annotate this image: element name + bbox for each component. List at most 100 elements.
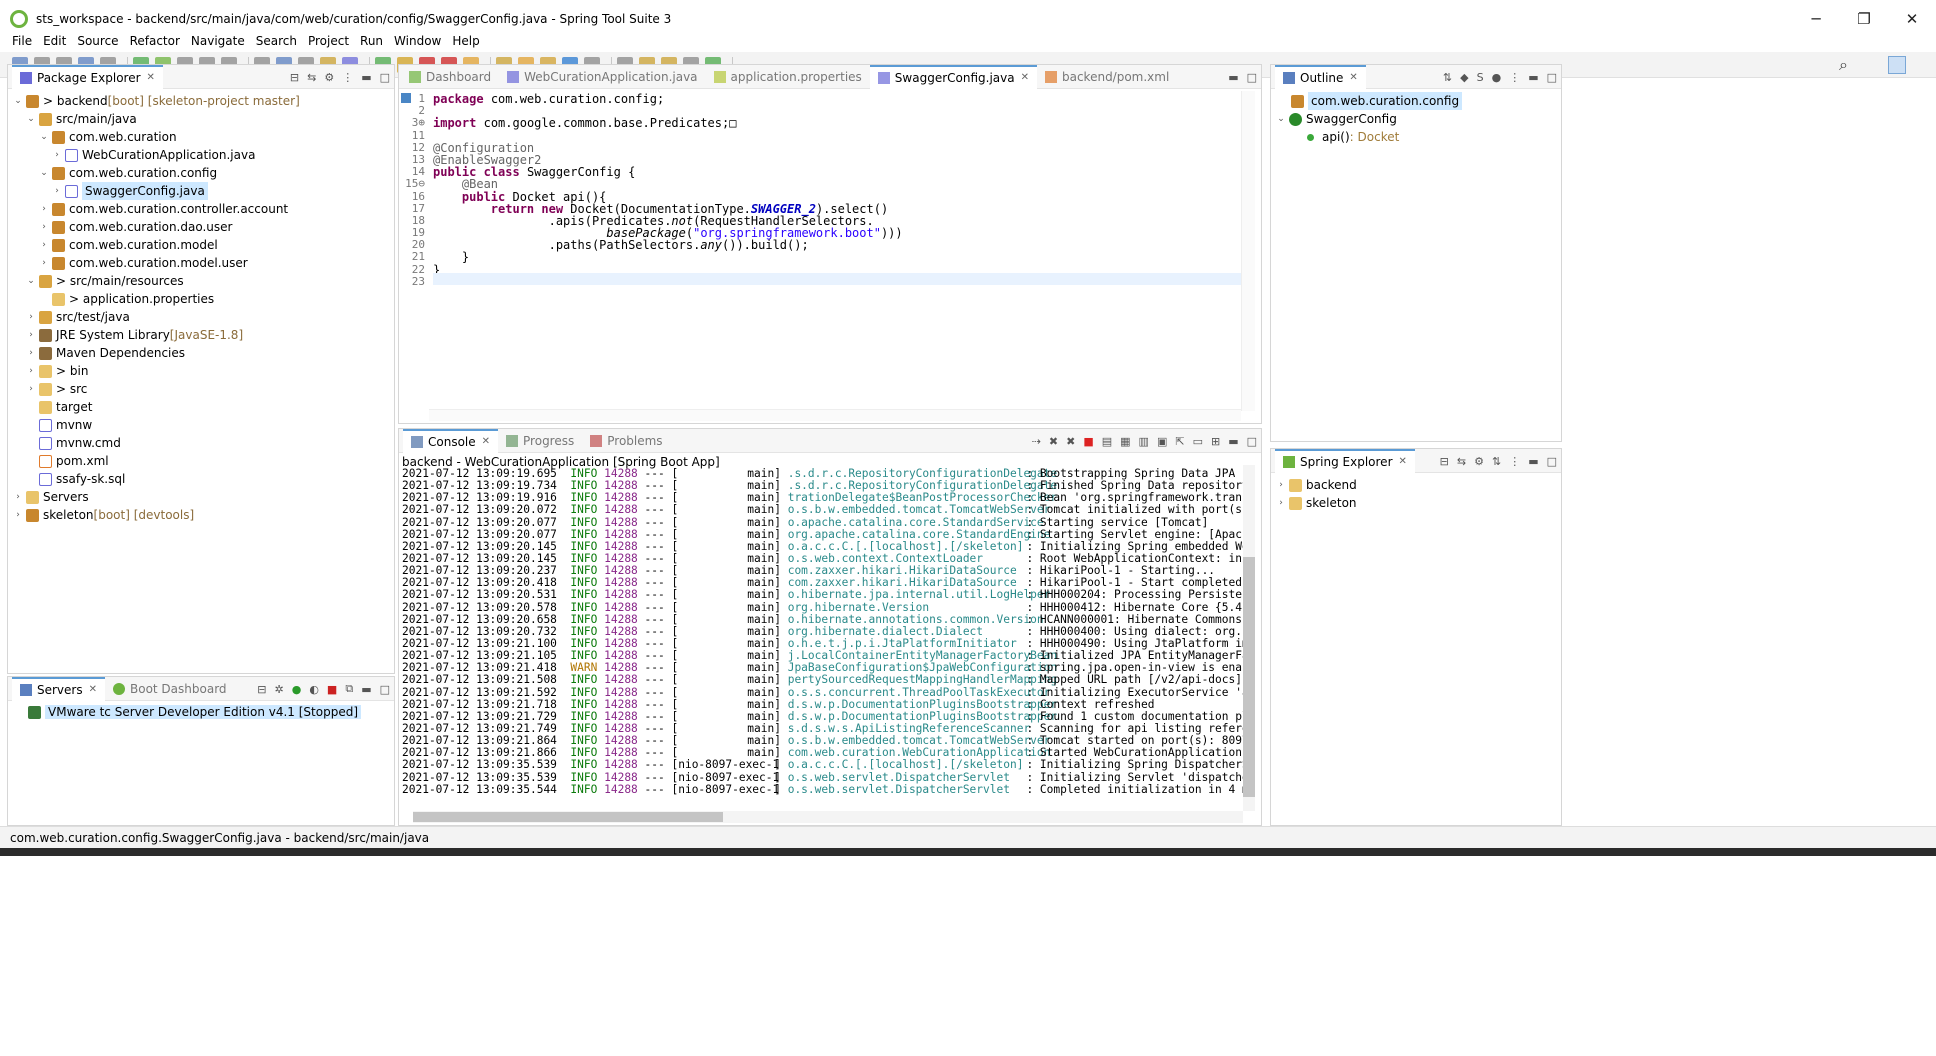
expand-toggle-icon[interactable]: › bbox=[38, 218, 50, 236]
close-tab-icon[interactable]: ✕ bbox=[1399, 456, 1407, 467]
editor-tab[interactable]: application.properties bbox=[706, 65, 870, 89]
tree-item[interactable]: › JRE System Library [JavaSE-1.8] bbox=[12, 326, 394, 344]
editor-tab[interactable]: Dashboard bbox=[401, 65, 499, 89]
sort-icon[interactable]: ⇅ bbox=[1443, 71, 1452, 84]
tree-item[interactable]: pom.xml bbox=[12, 452, 394, 470]
close-tab-icon[interactable]: ✕ bbox=[1021, 72, 1029, 83]
filter-icon[interactable]: ⚙ bbox=[324, 71, 334, 84]
expand-toggle-icon[interactable]: › bbox=[12, 488, 24, 506]
hide-fields-icon[interactable]: ◆ bbox=[1460, 71, 1468, 84]
tab-boot-dashboard[interactable]: Boot Dashboard bbox=[105, 677, 235, 701]
perspective-java-icon[interactable] bbox=[1888, 55, 1906, 74]
menu-source[interactable]: Source bbox=[77, 34, 118, 48]
publish-icon[interactable]: ⧉ bbox=[345, 682, 353, 696]
tree-item[interactable]: › com.web.curation.controller.account bbox=[12, 200, 394, 218]
console-vertical-scrollbar[interactable] bbox=[1243, 465, 1255, 811]
console-output[interactable]: 2021-07-12 13:09:19.695 INFO 14288 --- [… bbox=[399, 467, 1247, 796]
spring-project-item[interactable]: › backend bbox=[1275, 476, 1561, 494]
outline-class[interactable]: ⌄ SwaggerConfig bbox=[1275, 110, 1561, 128]
tab-spring-explorer[interactable]: Spring Explorer ✕ bbox=[1275, 448, 1415, 473]
link-editor-icon[interactable]: ⇆ bbox=[1457, 455, 1466, 468]
maximize-view-icon[interactable]: □ bbox=[1247, 435, 1257, 448]
minimize-view-icon[interactable]: ▬ bbox=[1528, 455, 1538, 468]
close-tab-icon[interactable]: ✕ bbox=[482, 436, 490, 447]
menu-navigate[interactable]: Navigate bbox=[191, 34, 245, 48]
tab-progress[interactable]: Progress bbox=[498, 429, 582, 453]
minimize-view-icon[interactable]: ▬ bbox=[361, 71, 371, 84]
menu-edit[interactable]: Edit bbox=[43, 34, 66, 48]
sort-icon[interactable]: ⇅ bbox=[1492, 455, 1501, 468]
tab-servers[interactable]: Servers ✕ bbox=[12, 676, 105, 701]
expand-toggle-icon[interactable]: › bbox=[38, 236, 50, 254]
expand-toggle-icon[interactable]: › bbox=[1275, 494, 1287, 512]
tab-package-explorer[interactable]: Package Explorer ✕ bbox=[12, 64, 163, 89]
tree-item[interactable]: › com.web.curation.model bbox=[12, 236, 394, 254]
view-menu-icon[interactable]: ⋮ bbox=[342, 71, 353, 84]
expand-toggle-icon[interactable]: ⌄ bbox=[25, 110, 37, 128]
tree-item[interactable]: › com.web.curation.dao.user bbox=[12, 218, 394, 236]
editor-horizontal-scrollbar[interactable] bbox=[429, 409, 1241, 421]
show-console-icon[interactable]: ▣ bbox=[1157, 435, 1167, 448]
close-tab-icon[interactable]: ✕ bbox=[1349, 72, 1357, 83]
expand-toggle-icon[interactable]: ⌄ bbox=[38, 128, 50, 146]
remove-all-icon[interactable]: ✖ bbox=[1066, 435, 1075, 448]
debug-icon[interactable]: ✲ bbox=[274, 683, 283, 696]
expand-toggle-icon[interactable]: › bbox=[51, 182, 63, 200]
code-area[interactable]: 1 package com.web.curation.config; 2 3⊕ impo… bbox=[399, 89, 1261, 288]
expand-toggle-icon[interactable]: ⌄ bbox=[12, 92, 24, 110]
maximize-view-icon[interactable]: □ bbox=[1247, 71, 1257, 84]
expand-toggle-icon[interactable]: › bbox=[38, 200, 50, 218]
minimize-view-icon[interactable]: ▬ bbox=[1528, 71, 1538, 84]
editor-vertical-scrollbar[interactable] bbox=[1241, 91, 1255, 411]
tab-console[interactable]: Console ✕ bbox=[403, 428, 499, 453]
editor-tab[interactable]: backend/pom.xml bbox=[1037, 65, 1177, 89]
menu-file[interactable]: File bbox=[12, 34, 32, 48]
expand-toggle-icon[interactable]: › bbox=[12, 506, 24, 524]
menu-help[interactable]: Help bbox=[452, 34, 479, 48]
outline-package[interactable]: com.web.curation.config bbox=[1275, 92, 1561, 110]
outline-method[interactable]: api() : Docket bbox=[1275, 128, 1561, 146]
tree-item[interactable]: › SwaggerConfig.java bbox=[12, 182, 394, 200]
quick-access-search-icon[interactable]: ⌕ bbox=[1839, 55, 1848, 75]
collapse-icon[interactable]: ⊟ bbox=[257, 683, 266, 696]
tree-item[interactable]: target bbox=[12, 398, 394, 416]
expand-toggle-icon[interactable]: › bbox=[25, 344, 37, 362]
expand-toggle-icon[interactable]: › bbox=[25, 362, 37, 380]
tree-item[interactable]: › > src bbox=[12, 380, 394, 398]
tree-item[interactable]: › Maven Dependencies bbox=[12, 344, 394, 362]
tree-item[interactable]: › > bin bbox=[12, 362, 394, 380]
expand-toggle-icon[interactable]: › bbox=[38, 254, 50, 272]
link-editor-icon[interactable]: ⇆ bbox=[307, 71, 316, 84]
start-icon[interactable]: ● bbox=[292, 683, 302, 696]
hide-nonpublic-icon[interactable]: ● bbox=[1492, 71, 1502, 84]
maximize-view-icon[interactable]: □ bbox=[380, 71, 390, 84]
editor-tab[interactable]: WebCurationApplication.java bbox=[499, 65, 705, 89]
maximize-view-icon[interactable]: □ bbox=[380, 683, 390, 696]
tree-item[interactable]: ⌄ > backend [boot] [skeleton-project mast… bbox=[12, 92, 394, 110]
expand-toggle-icon[interactable]: › bbox=[1275, 476, 1287, 494]
hide-static-icon[interactable]: S bbox=[1477, 71, 1484, 84]
menu-window[interactable]: Window bbox=[394, 34, 441, 48]
word-wrap-icon[interactable]: ▥ bbox=[1139, 435, 1149, 448]
tree-item[interactable]: > application.properties bbox=[12, 290, 394, 308]
tree-item[interactable]: › Servers bbox=[12, 488, 394, 506]
tree-item[interactable]: ⌄ > src/main/resources bbox=[12, 272, 394, 290]
filter-icon[interactable]: ⚙ bbox=[1474, 455, 1484, 468]
remove-launch-icon[interactable]: ✖ bbox=[1049, 435, 1058, 448]
tree-item[interactable]: ⌄ src/main/java bbox=[12, 110, 394, 128]
tab-problems[interactable]: Problems bbox=[582, 429, 670, 453]
maximize-view-icon[interactable]: □ bbox=[1547, 71, 1557, 84]
scroll-lock-icon[interactable]: ▦ bbox=[1120, 435, 1130, 448]
expand-toggle-icon[interactable]: › bbox=[25, 326, 37, 344]
tree-item[interactable]: › WebCurationApplication.java bbox=[12, 146, 394, 164]
tree-item[interactable]: ⌄ com.web.curation bbox=[12, 128, 394, 146]
server-row[interactable]: VMware tc Server Developer Edition v4.1 … bbox=[8, 703, 394, 721]
collapse-all-icon[interactable]: ⊟ bbox=[1440, 455, 1449, 468]
close-tab-icon[interactable]: ✕ bbox=[89, 684, 97, 695]
menu-search[interactable]: Search bbox=[256, 34, 297, 48]
menu-run[interactable]: Run bbox=[360, 34, 383, 48]
menu-project[interactable]: Project bbox=[308, 34, 349, 48]
tree-item[interactable]: › skeleton [boot] [devtools] bbox=[12, 506, 394, 524]
maximize-view-icon[interactable]: □ bbox=[1547, 455, 1557, 468]
minimize-view-icon[interactable]: ▬ bbox=[361, 683, 371, 696]
